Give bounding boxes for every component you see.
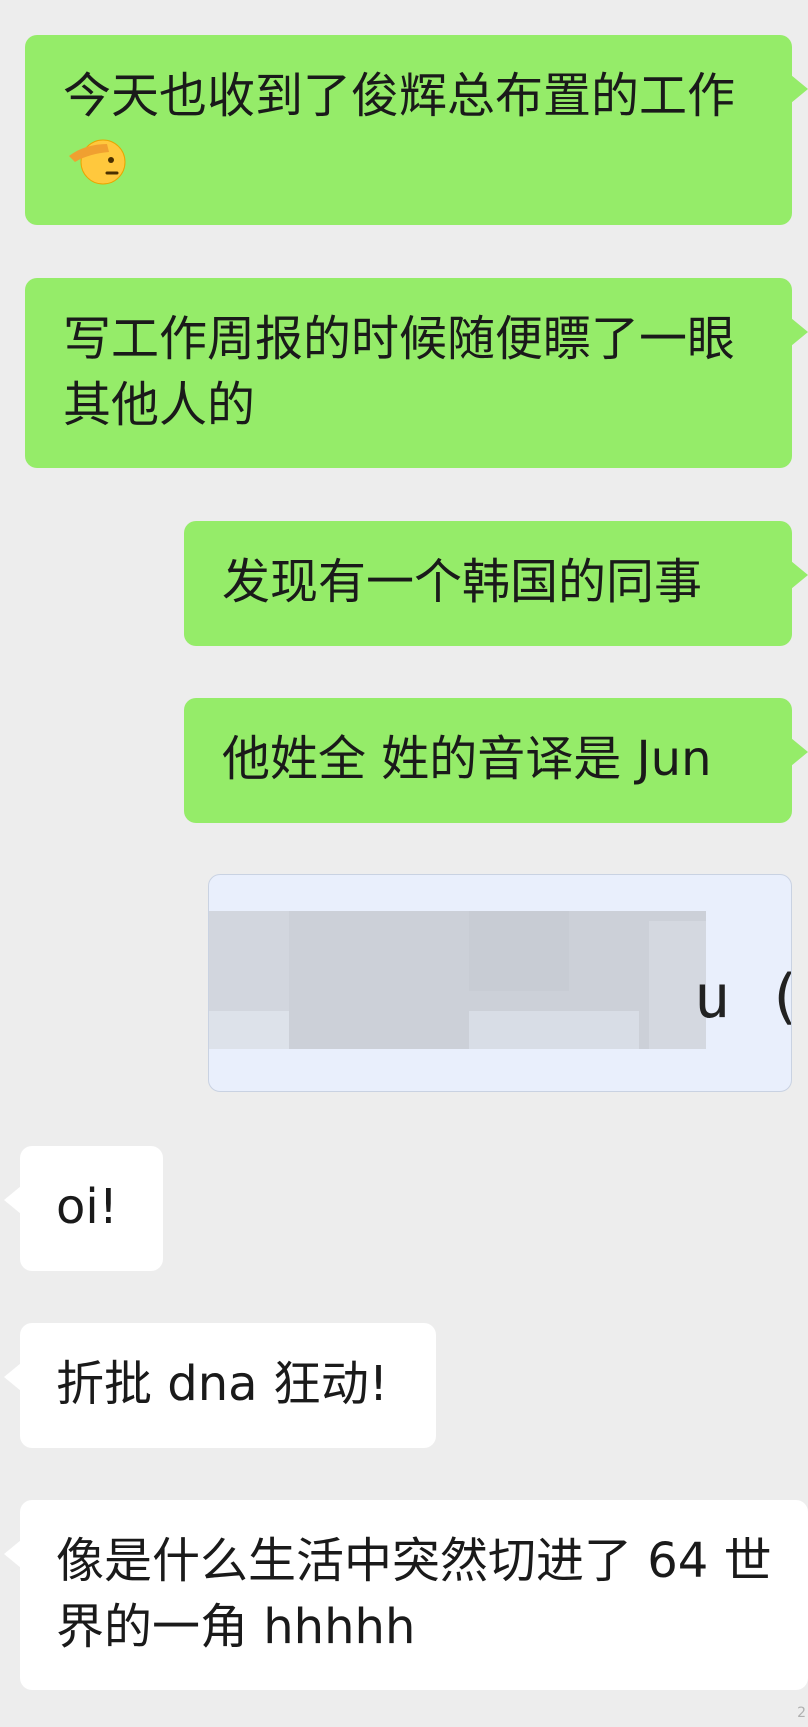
message-bubble-incoming[interactable]: 折批 dna 狂动!: [4, 1323, 436, 1448]
blur-patch: [469, 911, 569, 991]
blur-patch: [469, 1011, 639, 1049]
saluting-face-icon: [67, 132, 129, 205]
message-text: 写工作周报的时候随便瞟了一眼其他人的: [63, 311, 736, 433]
message-bubble-incoming[interactable]: 像是什么生活中突然切进了 64 世界的一角 hhhhh: [4, 1500, 808, 1690]
message-text: 像是什么生活中突然切进了 64 世界的一角 hhhhh: [56, 1533, 772, 1655]
message-text: 发现有一个韩国的同事: [222, 554, 703, 610]
blurred-region: [209, 911, 706, 1049]
message-text: 他姓全 姓的音译是 Jun: [222, 731, 712, 787]
message-text: 折批 dna 狂动!: [56, 1356, 389, 1412]
message-text: oi!: [56, 1179, 118, 1235]
blur-patch: [209, 1011, 289, 1049]
message-bubble-outgoing[interactable]: 发现有一个韩国的同事: [184, 521, 808, 646]
message-bubble-outgoing[interactable]: 写工作周报的时候随便瞟了一眼其他人的: [25, 278, 808, 468]
message-image[interactable]: u (:: [208, 874, 792, 1092]
message-bubble-outgoing[interactable]: 今天也收到了俊辉总布置的工作: [25, 35, 808, 225]
image-partial-text: u (:: [694, 962, 791, 1032]
message-text: 今天也收到了俊辉总布置的工作: [63, 68, 736, 124]
corner-mark: 2: [797, 1705, 806, 1721]
message-bubble-incoming[interactable]: oi!: [4, 1146, 163, 1271]
message-bubble-outgoing[interactable]: 他姓全 姓的音译是 Jun: [184, 698, 808, 823]
